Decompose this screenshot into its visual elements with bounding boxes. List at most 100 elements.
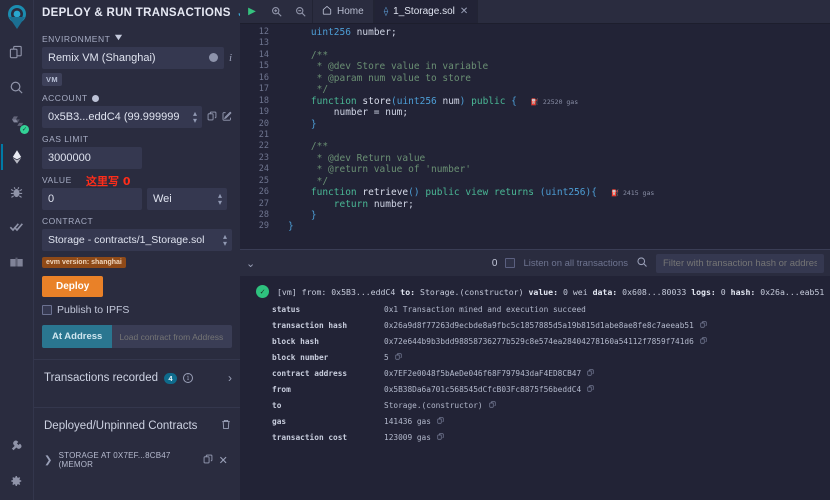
transaction-details: status0x1 Transaction mined and executio… [240, 301, 830, 445]
code-line: 24 * @return value of 'number' [240, 164, 830, 175]
zoom-in-icon[interactable] [264, 0, 288, 23]
line-number: 14 [240, 50, 278, 61]
account-select[interactable]: 0x5B3...eddC4 (99.999999 ▴▾ [42, 106, 202, 128]
settings-icon[interactable] [0, 466, 31, 496]
debugger-icon[interactable] [1, 177, 32, 207]
search-icon[interactable] [636, 256, 648, 271]
value-unit-select[interactable]: Wei ▴▾ [147, 188, 227, 210]
code-text[interactable]: } [278, 119, 830, 130]
listen-all-transactions-checkbox[interactable] [505, 258, 515, 268]
transaction-log-line[interactable]: ✓ [vm] from: 0x5B3...eddC4 to: Storage.(… [240, 282, 830, 301]
code-line: 17 */ [240, 84, 830, 95]
close-icon[interactable]: ✕ [460, 6, 468, 17]
remix-ide-window: ✓ [0, 0, 830, 500]
code-text[interactable]: uint256 number; [278, 27, 830, 38]
value-unit-stepper-icon[interactable]: ▴▾ [218, 192, 222, 206]
line-number: 27 [240, 199, 278, 210]
copy-icon[interactable] [437, 433, 444, 442]
copy-icon[interactable] [437, 417, 444, 426]
transactions-recorded-chevron-icon[interactable]: › [228, 371, 232, 385]
publish-ipfs-checkbox[interactable] [42, 305, 52, 315]
detail-value: 0x5B38Da6a701c568545dCfcB03Fc8875f56bedd… [384, 385, 581, 394]
contract-stepper-icon[interactable]: ▴▾ [223, 233, 227, 247]
list-item[interactable]: ❯ STORAGE AT 0X7EF...8CB47 (MEMOR ✕ [34, 444, 240, 476]
code-text[interactable]: /** [278, 50, 830, 61]
log-to-label: to: [400, 287, 415, 297]
transactions-recorded-row[interactable]: Transactions recorded 4 i › [34, 360, 240, 396]
copy-icon[interactable] [587, 369, 594, 378]
code-text[interactable]: */ [278, 176, 830, 187]
gas-limit-input[interactable]: 3000000 [42, 147, 142, 169]
search-icon[interactable] [1, 72, 32, 102]
code-text[interactable] [278, 130, 830, 141]
chevron-double-down-icon[interactable]: ⌄ [246, 257, 255, 270]
sign-message-icon[interactable] [222, 111, 232, 124]
play-icon[interactable]: ▶ [240, 0, 264, 23]
contract-select[interactable]: Storage - contracts/1_Storage.sol ▴▾ [42, 229, 232, 251]
copy-icon[interactable] [395, 353, 402, 362]
code-text[interactable]: */ [278, 84, 830, 95]
deploy-button[interactable]: Deploy [42, 276, 103, 297]
code-text[interactable]: /** [278, 141, 830, 152]
line-number: 19 [240, 107, 278, 118]
code-text[interactable]: } [278, 210, 830, 221]
line-number: 29 [240, 221, 278, 232]
solidity-compiler-icon[interactable]: ✓ [1, 107, 32, 137]
evm-version-tag: evm version: shanghai [42, 257, 126, 268]
code-editor[interactable]: 12 uint256 number;1314 /**15 * @dev Stor… [240, 24, 830, 249]
detail-row: transaction cost123009 gas [240, 429, 830, 445]
environment-info-icon[interactable]: i [229, 52, 232, 64]
environment-settings-icon[interactable] [209, 53, 218, 62]
plugin-manager-icon[interactable] [0, 431, 31, 461]
value-input[interactable]: 0 [42, 188, 142, 210]
chevron-right-icon[interactable]: ❯ [44, 455, 53, 466]
code-text[interactable]: * @dev Return value [278, 153, 830, 164]
copy-icon[interactable] [489, 401, 496, 410]
copy-icon[interactable] [700, 321, 707, 330]
code-line: 21 [240, 130, 830, 141]
sidebar-item-deploy-run-transactions[interactable] [1, 142, 32, 172]
filter-input[interactable] [656, 254, 824, 273]
remix-logo[interactable] [2, 2, 32, 32]
copy-contract-address-icon[interactable] [203, 454, 213, 467]
info-icon[interactable]: i [183, 373, 193, 383]
trash-icon[interactable] [221, 419, 231, 433]
code-text[interactable] [278, 38, 830, 49]
code-text[interactable]: } [278, 221, 830, 232]
environment-dropdown-icon[interactable] [114, 33, 123, 44]
value-amount: 0 [48, 193, 54, 205]
copy-icon[interactable] [587, 385, 594, 394]
environment-select[interactable]: Remix VM (Shanghai) [42, 47, 224, 69]
contract-label: CONTRACT [42, 216, 232, 226]
file-explorer-icon[interactable] [1, 37, 32, 67]
tab-home[interactable]: Home [312, 0, 374, 23]
line-number: 26 [240, 187, 278, 198]
publish-ipfs-row[interactable]: Publish to IPFS [42, 304, 232, 316]
at-address-button[interactable]: At Address [42, 325, 112, 348]
tab-1-storage-sol[interactable]: ⟠ 1_Storage.sol ✕ [374, 0, 479, 23]
at-address-input[interactable] [112, 325, 232, 348]
detail-value: 0x26a9d8f77263d9ecbde8a9fbc5c1857885d5a1… [384, 321, 694, 330]
detail-value: 5 [384, 353, 389, 362]
code-text[interactable]: * @param num value to store [278, 73, 830, 84]
close-icon[interactable]: ✕ [219, 454, 228, 467]
code-text[interactable]: * @dev Store value in variable [278, 61, 830, 72]
log-logs: 0 [721, 287, 726, 297]
code-text[interactable]: function store(uint256 num) public {⛽ 22… [278, 96, 830, 107]
account-stepper-icon[interactable]: ▴▾ [193, 110, 197, 124]
gas-estimate-badge: ⛽ 2415 gas [611, 189, 654, 197]
code-text[interactable]: * @return value of 'number' [278, 164, 830, 175]
account-plus-icon[interactable] [92, 95, 99, 102]
terminal-body[interactable]: ✓ [vm] from: 0x5B3...eddC4 to: Storage.(… [240, 276, 830, 500]
documentation-icon[interactable] [1, 247, 32, 277]
zoom-out-icon[interactable] [288, 0, 312, 23]
code-text[interactable]: return number; [278, 199, 830, 210]
terminal-panel: ⌄ 0 Listen on all transactions ✓ [vm] [240, 249, 830, 500]
code-text[interactable]: function retrieve() public view returns … [278, 187, 830, 198]
copy-account-icon[interactable] [207, 111, 217, 124]
solidity-unit-testing-icon[interactable] [1, 212, 32, 242]
copy-icon[interactable] [700, 337, 707, 346]
code-text[interactable]: number = num; [278, 107, 830, 118]
code-line: 27 return number; [240, 199, 830, 210]
value-label: VALUE [42, 175, 232, 185]
